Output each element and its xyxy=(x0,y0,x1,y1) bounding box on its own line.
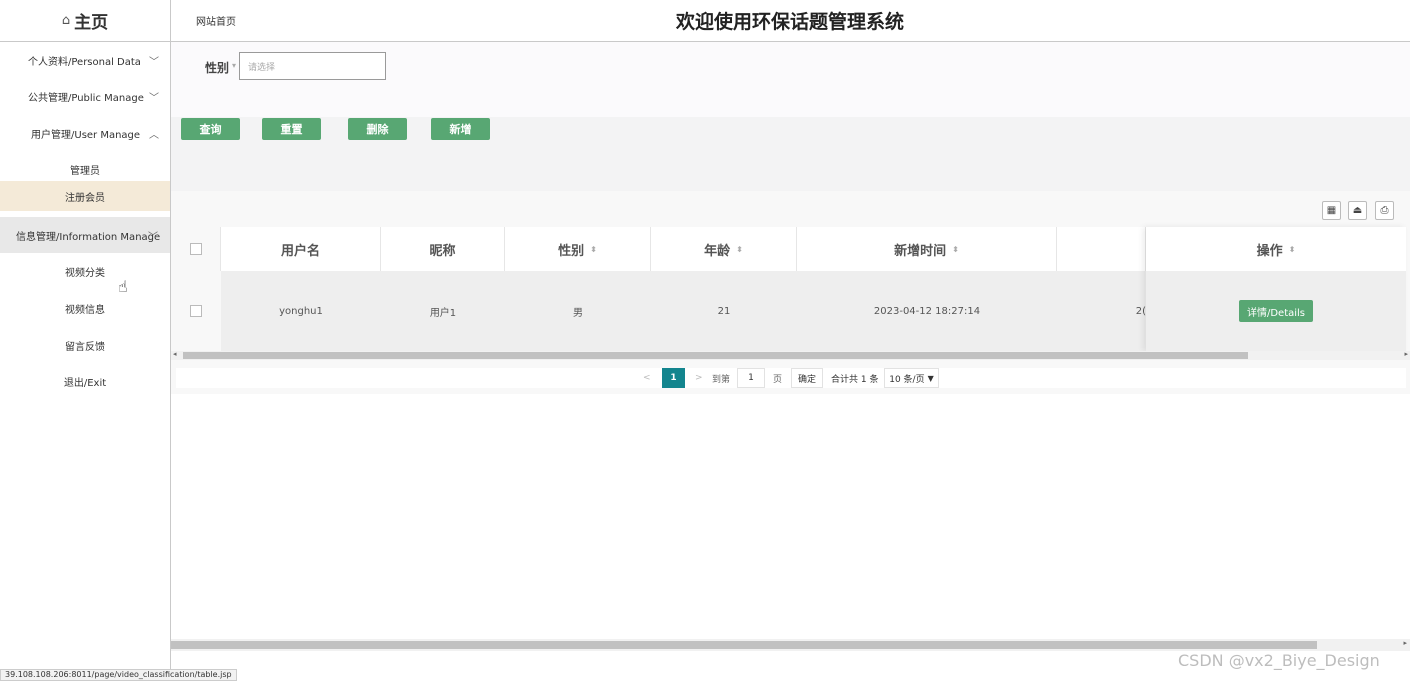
sidebar-group-information-manage[interactable]: 信息管理/Information Manage ﹀ xyxy=(0,217,170,253)
page-title: 欢迎使用环保话题管理系统 xyxy=(675,11,904,33)
main-content: 性别 ▾ 请选择 查询 重置 删除 新增 ▦ ⏏ ⎙ 用户名 昵称 性别 ⬍ 年… xyxy=(171,42,1410,681)
chevron-down-icon: ﹀ xyxy=(149,92,159,104)
scroll-right-icon[interactable]: ▸ xyxy=(1404,350,1408,358)
home-brand[interactable]: ⌂ 主页 xyxy=(0,0,171,41)
sort-icon: ⬍ xyxy=(1288,244,1296,254)
sidebar-item-exit[interactable]: 退出/Exit xyxy=(0,363,170,399)
sidebar-group-public-manage[interactable]: 公共管理/Public Manage ﹀ xyxy=(0,78,170,114)
delete-button[interactable]: 删除 xyxy=(348,118,407,140)
cell-gender: 男 xyxy=(573,307,583,319)
sidebar-item-video-category[interactable]: 视频分类 xyxy=(0,253,170,289)
add-button[interactable]: 新增 xyxy=(431,118,490,140)
print-icon[interactable]: ⎙ xyxy=(1375,201,1394,220)
cell-action: 详情/Details xyxy=(1146,271,1406,351)
filter-bar: 性别 ▾ 请选择 xyxy=(171,42,1410,117)
query-button[interactable]: 查询 xyxy=(181,118,240,140)
column-header-gender[interactable]: 性别 ⬍ xyxy=(505,227,651,271)
page-unit-label: 页 xyxy=(773,374,783,385)
current-page[interactable]: 1 xyxy=(662,368,685,388)
sidebar-group-user-manage[interactable]: 用户管理/User Manage ︿ xyxy=(0,115,170,151)
export-icon[interactable]: ⏏ xyxy=(1348,201,1367,220)
watermark: CSDN @vx2_Biye_Design xyxy=(1178,651,1380,670)
hand-cursor-icon: ☝ xyxy=(118,277,128,296)
sort-icon: ⬍ xyxy=(590,244,597,254)
sidebar-item-video-info[interactable]: 视频信息 xyxy=(0,290,170,326)
column-header-nickname[interactable]: 昵称 xyxy=(381,227,505,271)
sidebar-group-label: 公共管理/Public Manage xyxy=(28,92,144,104)
cell-nickname: 用户1 xyxy=(429,307,457,319)
column-header-username[interactable]: 用户名 xyxy=(221,227,381,271)
row-checkbox[interactable] xyxy=(190,305,202,317)
column-header-age[interactable]: 年龄 ⬍ xyxy=(651,227,797,271)
chevron-down-icon: ﹀ xyxy=(148,231,158,243)
sidebar-item-feedback[interactable]: 留言反馈 xyxy=(0,327,170,363)
goto-label: 到第 xyxy=(712,374,731,385)
goto-confirm-button[interactable]: 确定 xyxy=(791,368,823,388)
cell-age: 21 xyxy=(717,305,731,317)
caret-down-icon: ▼ xyxy=(927,373,934,383)
row-select-cell xyxy=(171,271,221,351)
cell-created-time: 2023-04-12 18:27:14 xyxy=(873,305,981,317)
home-icon: ⌂ xyxy=(61,13,71,28)
cell-username: yonghu1 xyxy=(279,305,323,317)
select-all-checkbox[interactable] xyxy=(189,243,202,255)
sidebar-item-registered-member[interactable]: 注册会员 xyxy=(0,181,170,211)
sidebar-group-personal-data[interactable]: 个人资料/Personal Data ﹀ xyxy=(0,42,170,78)
sort-icon: ⬍ xyxy=(952,244,959,254)
scroll-left-icon[interactable]: ◂ xyxy=(173,350,177,358)
brand-label: 主页 xyxy=(74,13,109,33)
details-button[interactable]: 详情/Details xyxy=(1238,300,1314,322)
pagination: < 1 > 到第 1 页 确定 合计共 1 条 10 条/页 ▼ xyxy=(176,368,1406,388)
prev-page-button[interactable]: < xyxy=(643,368,651,388)
column-header-created-time[interactable]: 新增时间 ⬍ xyxy=(797,227,1057,271)
page-size-select[interactable]: 10 条/页 ▼ xyxy=(884,368,939,388)
gender-select[interactable]: 请选择 xyxy=(239,52,386,80)
total-count: 合计共 1 条 xyxy=(831,374,879,385)
sidebar-group-label: 个人资料/Personal Data xyxy=(28,56,141,68)
gender-filter-label: 性别 xyxy=(205,61,230,75)
chevron-up-icon: ︿ xyxy=(149,129,159,141)
fixed-action-column: 操作 ⬍ 详情/Details xyxy=(1146,227,1406,351)
goto-page-input[interactable]: 1 xyxy=(737,368,765,388)
caret-down-icon: ▾ xyxy=(232,61,237,70)
sidebar-group-label: 信息管理/Information Manage xyxy=(16,231,161,243)
data-table: ▦ ⏏ ⎙ 用户名 昵称 性别 ⬍ 年龄 ⬍ 新增时间 ⬍ yonghu1 用户… xyxy=(171,191,1410,394)
chevron-down-icon: ﹀ xyxy=(149,56,159,68)
column-header-hidden xyxy=(1057,227,1146,271)
cell-hidden-fragment: 2( xyxy=(1135,305,1146,317)
scrollbar-thumb[interactable] xyxy=(183,352,1248,359)
top-header: ⌂ 主页 网站首页 欢迎使用环保话题管理系统 xyxy=(0,0,1410,42)
status-bar-url: 39.108.108.206:8011/page/video_classific… xyxy=(0,669,237,681)
sidebar: 个人资料/Personal Data ﹀ 公共管理/Public Manage … xyxy=(0,42,171,681)
sidebar-group-label: 用户管理/User Manage xyxy=(31,129,141,141)
page-horizontal-scrollbar[interactable]: ▸ xyxy=(171,639,1410,651)
table-horizontal-scrollbar[interactable]: ◂ ▸ xyxy=(171,350,1410,360)
column-filter-icon[interactable]: ▦ xyxy=(1322,201,1341,220)
column-header-action[interactable]: 操作 ⬍ xyxy=(1146,227,1406,271)
action-toolbar: 查询 重置 删除 新增 xyxy=(171,117,1410,191)
sort-icon: ⬍ xyxy=(736,244,743,254)
scrollbar-thumb[interactable] xyxy=(171,641,1317,649)
scroll-right-icon[interactable]: ▸ xyxy=(1403,639,1407,647)
reset-button[interactable]: 重置 xyxy=(262,118,321,140)
site-home-link[interactable]: 网站首页 xyxy=(196,13,236,28)
select-all-cell xyxy=(171,227,221,271)
next-page-button[interactable]: > xyxy=(695,368,703,388)
